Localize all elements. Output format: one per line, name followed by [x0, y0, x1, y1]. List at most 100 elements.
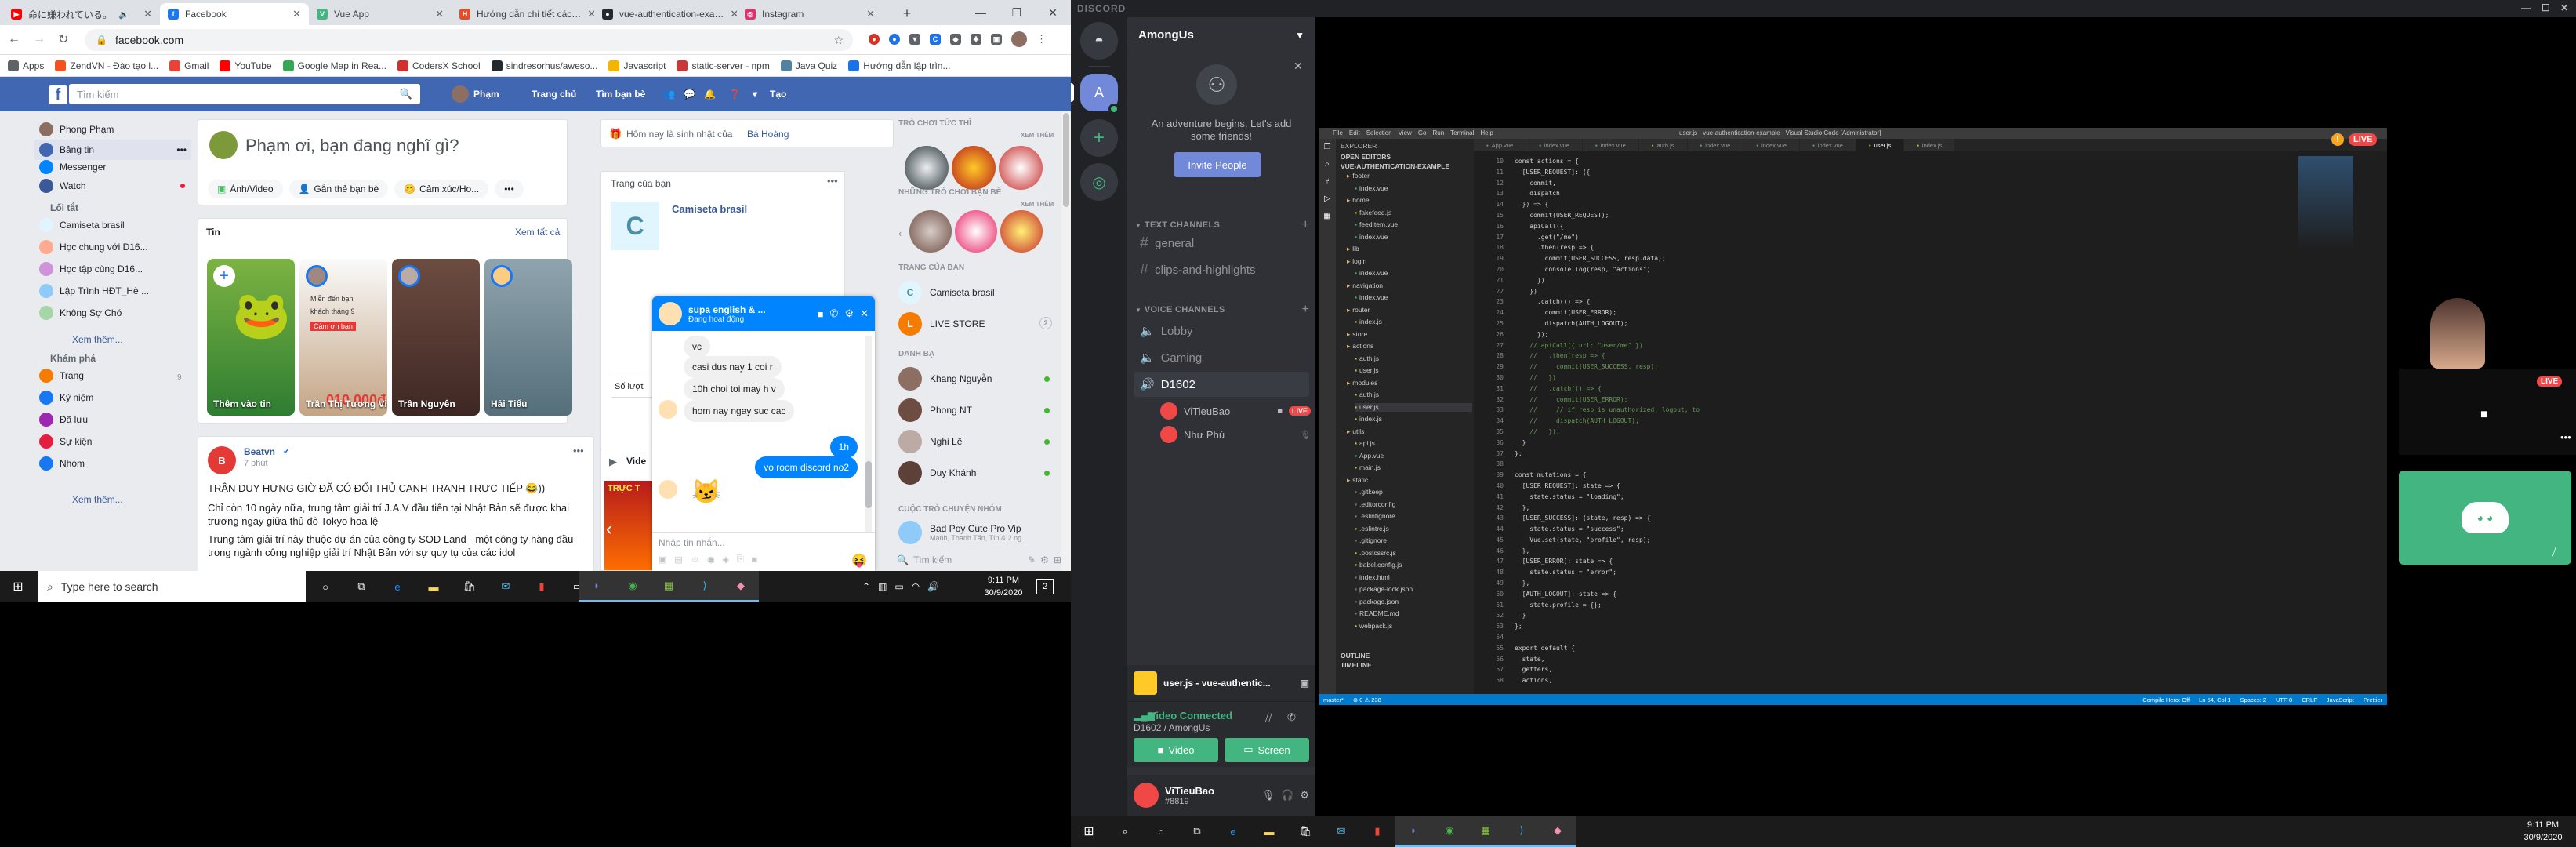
right-page-item[interactable]: L LIVE STORE [898, 312, 985, 336]
file-item[interactable]: ▪ index.vue [1355, 293, 1388, 302]
folder-item[interactable]: ▸ router [1347, 306, 1370, 314]
post-author[interactable]: Beatvn [244, 446, 275, 457]
menu-item[interactable]: Help [1480, 129, 1493, 136]
bookmark-item[interactable]: Apps [8, 60, 44, 71]
emoji-icon[interactable]: ◉ [707, 554, 715, 565]
group-convo-item[interactable]: Bad Poy Cute Pro Vip Mạnh, Thanh Tấn, Tí… [898, 521, 1028, 544]
nav-profile[interactable]: Phạm [452, 77, 499, 111]
explore-item[interactable]: Nhóm [39, 456, 85, 471]
invite-people-button[interactable]: Invite People [1174, 152, 1261, 177]
camera-icon[interactable]: ■ [2480, 408, 2488, 422]
editor-tab[interactable]: ▪ index.vue [1526, 139, 1583, 151]
code-editor[interactable]: const actions = { [USER_REQUEST]: ({ com… [1515, 156, 2142, 686]
app-taskbar-icon[interactable]: ◆ [723, 571, 759, 602]
image-icon[interactable]: ▣ [659, 554, 666, 565]
close-icon[interactable]: ✕ [435, 8, 444, 20]
taskbar-clock[interactable]: 9:11 PM 30/9/2020 [978, 574, 1029, 599]
nav-help-icon[interactable]: ❓ [729, 77, 741, 111]
contact-item[interactable]: Phong NT [898, 398, 972, 422]
editor-tab[interactable]: ▪ index.vue [1687, 139, 1744, 151]
folder-item[interactable]: ▸ footer [1347, 172, 1370, 180]
app-taskbar-icon[interactable]: ▦ [651, 571, 687, 602]
add-channel-icon[interactable]: + [1302, 303, 1309, 317]
webcam-tile[interactable]: LIVE ■ ••• [2399, 282, 2576, 455]
explore-servers-icon[interactable]: ◎ [1080, 163, 1118, 201]
channel-general[interactable]: # general [1134, 231, 1309, 256]
scrollbar-thumb[interactable] [1063, 113, 1069, 207]
windows-start-icon[interactable]: ⊞ [1071, 816, 1107, 847]
editor-tab[interactable]: ▪ App.vue [1474, 139, 1527, 151]
tab-4[interactable]: ● vue-authentication-exa… ✕ [594, 3, 737, 25]
windows-start-icon[interactable]: ⊞ [0, 571, 36, 602]
editor-tab[interactable]: ▪ index.js [1904, 139, 1956, 151]
file-item[interactable]: ▪ api.js [1355, 439, 1375, 448]
chat-scrollbar[interactable] [865, 336, 872, 532]
file-item[interactable]: ▪ index.js [1355, 415, 1382, 424]
menu-item[interactable]: Edit [1349, 129, 1360, 136]
search-icon[interactable]: 🔍 [400, 88, 412, 100]
file-item[interactable]: ▪ user.js [1355, 402, 1472, 412]
office-icon[interactable]: ▮ [524, 571, 560, 602]
gif-icon[interactable]: ▤ [674, 554, 682, 565]
extension-icon[interactable]: ● [889, 34, 900, 45]
channel-clips[interactable]: # clips-and-highlights [1134, 257, 1309, 282]
home-icon[interactable]: ◓ [1080, 22, 1118, 60]
file-item[interactable]: ▪ feedItem.vue [1355, 220, 1398, 229]
puzzle-icon[interactable]: ✱ [971, 34, 981, 45]
attach-icon[interactable]: ⎘ [737, 554, 744, 565]
video-button[interactable]: ■ Video [1134, 738, 1218, 762]
phone-icon[interactable]: ✆ [830, 307, 839, 320]
timeline-section[interactable]: TIMELINE [1341, 661, 1372, 670]
more-icon[interactable]: ••• [827, 175, 838, 187]
composer-prompt[interactable]: Phạm ơi, bạn đang nghĩ gì? [245, 136, 459, 156]
open-editors-section[interactable]: OPEN EDITORS [1341, 153, 1391, 162]
file-item[interactable]: ▪ main.js [1355, 463, 1381, 472]
more-icon[interactable]: ••• [176, 144, 187, 155]
bookmark-item[interactable]: Javascript [608, 60, 666, 71]
folder-item[interactable]: ▸ store [1347, 330, 1367, 339]
photo-video-button[interactable]: ▣ Ảnh/Video [208, 180, 283, 198]
facebook-logo-icon[interactable]: f [49, 85, 67, 104]
file-explorer-icon[interactable]: ▬ [1251, 816, 1287, 847]
app-taskbar-icon[interactable]: ▦ [1468, 816, 1504, 847]
bookmark-item[interactable]: CodersX School [397, 60, 481, 71]
status-item[interactable]: Spaces: 2 [2240, 696, 2266, 703]
file-item[interactable]: ▪ App.vue [1355, 452, 1384, 460]
explore-item[interactable]: Trang [39, 369, 84, 383]
compose-icon[interactable]: ✎ [1028, 554, 1036, 565]
post-menu-icon[interactable]: ••• [573, 445, 584, 456]
gear-icon[interactable]: ⚙ [844, 307, 854, 320]
screen-share-button[interactable]: ▭ Screen [1225, 738, 1309, 762]
extension-icon[interactable]: ◆ [950, 34, 961, 45]
battery-icon[interactable]: ▭ [894, 581, 903, 592]
source-control-icon[interactable]: ⑂ [1319, 173, 1336, 191]
folder-item[interactable]: ▸ login [1347, 257, 1366, 266]
folder-item[interactable]: ▸ modules [1347, 379, 1377, 387]
scrollbar[interactable] [1061, 111, 1071, 571]
file-item[interactable]: ▪ package.json [1355, 598, 1399, 606]
story-add[interactable]: + 🐸 Thêm vào tin [207, 259, 295, 416]
extension-icon[interactable]: C [930, 34, 941, 45]
close-icon[interactable]: ✕ [587, 8, 594, 20]
explore-item[interactable]: Kỷ niệm [39, 391, 93, 405]
contact-item[interactable]: Khang Nguyễn [898, 367, 992, 391]
menu-item[interactable]: View [1399, 129, 1412, 136]
store-icon[interactable]: 🛍 [1287, 816, 1323, 847]
discord-user-tile[interactable]: ◕ ◕ ⧸ [2399, 471, 2571, 565]
close-icon[interactable]: ✕ [1293, 60, 1303, 73]
close-window-button[interactable]: ✕ [2560, 2, 2568, 13]
minimap[interactable] [2298, 156, 2353, 250]
back-icon[interactable]: ← [8, 32, 20, 46]
editor-tab[interactable]: ▪ index.vue [1743, 139, 1801, 151]
mail-icon[interactable]: ✉ [488, 571, 524, 602]
file-item[interactable]: ▪ package-lock.json [1355, 585, 1413, 594]
close-icon[interactable]: ✕ [730, 8, 737, 20]
reload-icon[interactable]: ↻ [58, 31, 68, 47]
volume-icon[interactable]: 🔊 [927, 581, 939, 592]
video-call-icon[interactable]: ■ [818, 308, 824, 320]
tab-2[interactable]: V Vue App ✕ [309, 3, 452, 25]
folder-item[interactable]: ▸ actions [1347, 342, 1373, 351]
shortcut-item[interactable]: Lập Trình HĐT_Hè ... [39, 284, 149, 298]
file-item[interactable]: ▪ .eslintrc.js [1355, 525, 1389, 533]
menu-item[interactable]: Run [1432, 129, 1444, 136]
